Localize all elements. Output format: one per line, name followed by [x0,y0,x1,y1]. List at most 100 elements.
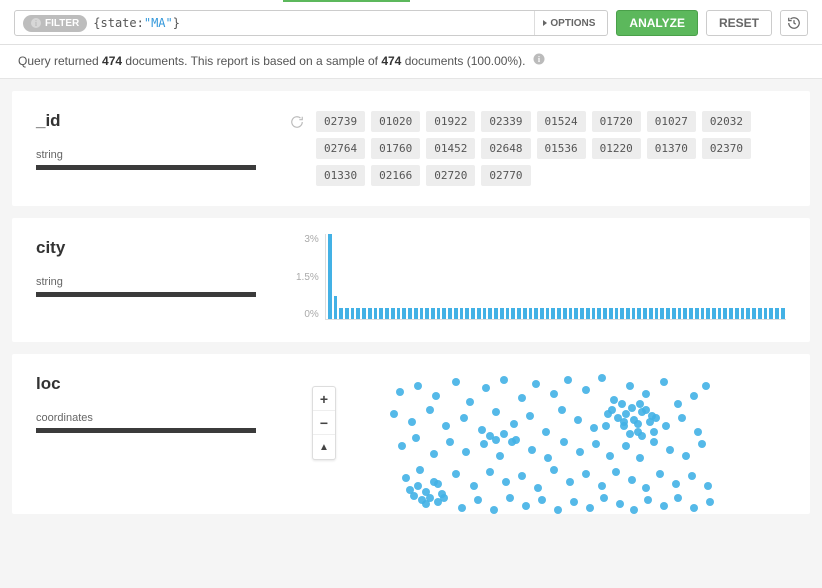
map-point[interactable] [628,404,636,412]
map-point[interactable] [414,482,422,490]
map-point[interactable] [542,428,550,436]
map[interactable]: + − ▲ [306,374,786,514]
map-point[interactable] [510,420,518,428]
map-point[interactable] [622,410,630,418]
bar[interactable] [620,308,624,319]
bar[interactable] [437,308,441,319]
map-point[interactable] [688,472,696,480]
bar[interactable] [626,308,630,319]
map-point[interactable] [470,482,478,490]
map-point[interactable] [602,422,610,430]
map-point[interactable] [660,378,668,386]
map-point[interactable] [614,414,622,422]
bar[interactable] [351,308,355,319]
map-point[interactable] [442,422,450,430]
bar[interactable] [592,308,596,319]
bar[interactable] [603,308,607,319]
value-tag[interactable]: 01027 [647,111,696,132]
value-tag[interactable]: 02770 [481,165,530,186]
bar[interactable] [551,308,555,319]
map-point[interactable] [412,434,420,442]
map-point[interactable] [636,454,644,462]
value-tag[interactable]: 02370 [702,138,751,159]
map-point[interactable] [452,470,460,478]
bar[interactable] [374,308,378,319]
map-point[interactable] [702,382,710,390]
map-point[interactable] [430,450,438,458]
map-point[interactable] [438,490,446,498]
map-point[interactable] [636,400,644,408]
map-point[interactable] [610,396,618,404]
bar[interactable] [580,308,584,319]
bar[interactable] [649,308,653,319]
map-point[interactable] [502,478,510,486]
map-point[interactable] [490,506,498,514]
bar[interactable] [506,308,510,319]
value-tag[interactable]: 01452 [426,138,475,159]
map-point[interactable] [662,422,670,430]
query-input[interactable]: {state:"MA"} [93,16,534,30]
map-point[interactable] [618,400,626,408]
value-tag[interactable]: 01220 [592,138,641,159]
value-tag[interactable]: 02339 [481,111,530,132]
bar[interactable] [408,308,412,319]
bar[interactable] [460,308,464,319]
bar[interactable] [689,308,693,319]
bar[interactable] [385,308,389,319]
map-point[interactable] [690,504,698,512]
map-point[interactable] [608,406,616,414]
bar[interactable] [729,308,733,319]
map-point[interactable] [538,496,546,504]
map-point[interactable] [458,504,466,512]
map-point[interactable] [432,392,440,400]
bar[interactable] [523,308,527,319]
bar[interactable] [735,308,739,319]
map-point[interactable] [642,484,650,492]
map-point[interactable] [690,392,698,400]
map-point[interactable] [426,406,434,414]
map-point[interactable] [612,468,620,476]
map-point[interactable] [492,408,500,416]
bar[interactable] [500,308,504,319]
map-point[interactable] [666,446,674,454]
bar[interactable] [529,308,533,319]
bar[interactable] [488,308,492,319]
bar[interactable] [356,308,360,319]
value-tag[interactable]: 01370 [647,138,696,159]
bar[interactable] [769,308,773,319]
map-point[interactable] [554,506,562,514]
bar[interactable] [563,308,567,319]
value-tag[interactable]: 02764 [316,138,365,159]
bar[interactable] [494,308,498,319]
map-point[interactable] [644,496,652,504]
bar[interactable] [517,308,521,319]
bar[interactable] [454,308,458,319]
map-point[interactable] [500,430,508,438]
refresh-button[interactable] [290,115,304,132]
map-point[interactable] [650,428,658,436]
map-point[interactable] [408,418,416,426]
bar[interactable] [448,308,452,319]
map-point[interactable] [480,440,488,448]
map-point[interactable] [434,498,442,506]
map-point[interactable] [466,398,474,406]
bar[interactable] [706,308,710,319]
bar[interactable] [712,308,716,319]
bar[interactable] [465,308,469,319]
map-point[interactable] [674,494,682,502]
map-point[interactable] [628,476,636,484]
bar[interactable] [420,308,424,319]
value-tag[interactable]: 01524 [537,111,586,132]
map-point[interactable] [656,470,664,478]
map-point[interactable] [706,498,714,506]
value-tag[interactable]: 01760 [371,138,420,159]
map-point[interactable] [486,432,494,440]
map-point[interactable] [558,406,566,414]
bar[interactable] [540,308,544,319]
zoom-in-button[interactable]: + [313,387,335,411]
history-button[interactable] [780,10,808,36]
bar[interactable] [758,308,762,319]
map-point[interactable] [446,438,454,446]
map-point[interactable] [482,384,490,392]
map-point[interactable] [682,452,690,460]
